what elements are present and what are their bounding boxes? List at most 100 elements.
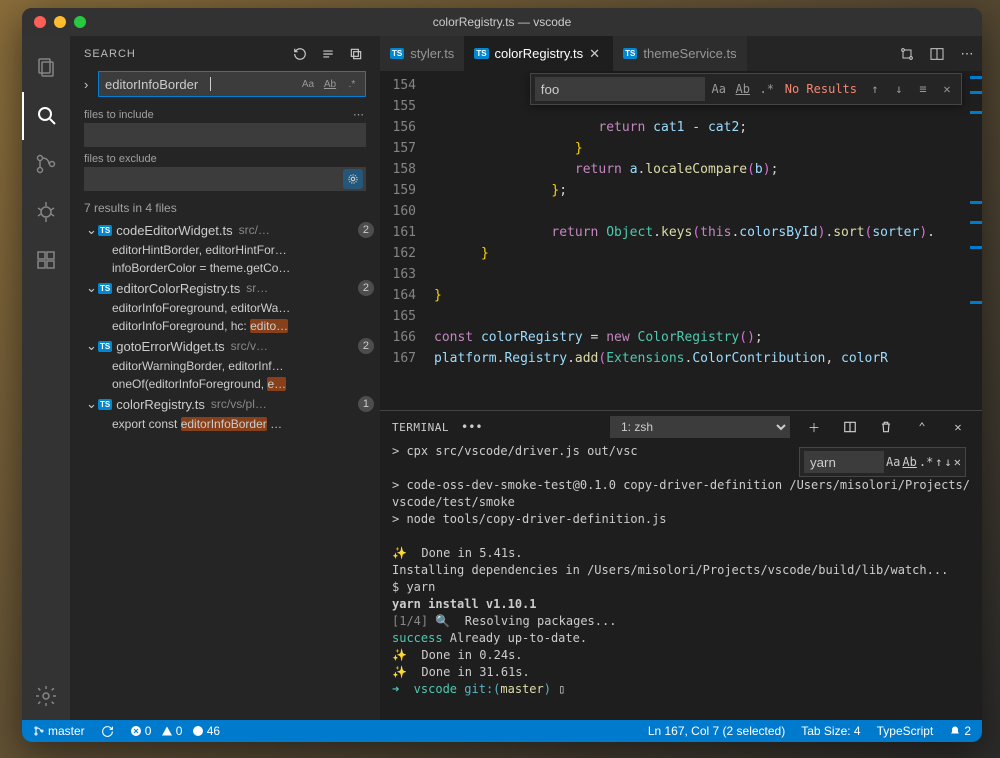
chevron-down-icon[interactable]: ⌄ <box>86 222 98 238</box>
notifications[interactable]: 2 <box>946 720 974 742</box>
chevron-down-icon[interactable]: ⌄ <box>86 396 98 412</box>
status-bar: master 0 0 46 Ln 167, Col 7 (2 selected)… <box>22 720 982 742</box>
results-summary: 7 results in 4 files <box>84 201 366 215</box>
code-content[interactable]: return cat1 - cat2; } return a.localeCom… <box>434 71 968 410</box>
chevron-down-icon[interactable]: ⌄ <box>86 280 98 296</box>
whole-word-icon[interactable]: Ab <box>733 79 753 99</box>
find-input[interactable] <box>535 77 705 101</box>
editor-tab[interactable]: TSthemeService.ts <box>613 36 746 71</box>
result-file[interactable]: ⌄TSgotoErrorWidget.tssrc/v…2 <box>76 335 374 357</box>
new-terminal-icon[interactable]: ＋ <box>802 415 826 439</box>
ts-icon: TS <box>98 341 112 352</box>
kill-terminal-icon[interactable] <box>874 415 898 439</box>
editor-tab[interactable]: TSstyler.ts <box>380 36 464 71</box>
extensions-icon[interactable] <box>22 236 70 284</box>
result-line[interactable]: editorHintBorder, editorHintFor… <box>76 241 374 259</box>
result-line[interactable]: infoBorderColor = theme.getCo… <box>76 259 374 277</box>
sync-icon[interactable] <box>98 720 117 742</box>
cursor-position[interactable]: Ln 167, Col 7 (2 selected) <box>645 720 788 742</box>
include-input[interactable] <box>84 123 366 147</box>
editor-tab[interactable]: TScolorRegistry.ts✕ <box>464 36 613 71</box>
next-match-icon[interactable]: ↓ <box>945 455 952 469</box>
activity-bar <box>22 36 70 720</box>
exclude-input[interactable] <box>84 167 366 191</box>
result-file[interactable]: ⌄TScodeEditorWidget.tssrc/…2 <box>76 219 374 241</box>
debug-icon[interactable] <box>22 188 70 236</box>
match-count-badge: 2 <box>358 280 374 296</box>
close-window-icon[interactable] <box>34 16 46 28</box>
terminal-find-input[interactable] <box>804 451 884 473</box>
language-mode[interactable]: TypeScript <box>874 720 937 742</box>
ts-icon: TS <box>98 283 112 294</box>
source-control-icon[interactable] <box>22 140 70 188</box>
sidebar-title: SEARCH <box>84 48 136 60</box>
close-find-icon[interactable]: ✕ <box>937 79 957 99</box>
problems[interactable]: 0 0 46 <box>127 720 223 742</box>
toggle-replace-icon[interactable]: › <box>84 77 98 92</box>
minimap[interactable] <box>968 71 982 410</box>
search-icon[interactable] <box>22 92 70 140</box>
more-actions-icon[interactable]: ⋯ <box>952 36 982 71</box>
match-case-icon[interactable]: Aa <box>709 79 729 99</box>
ts-icon: TS <box>623 48 637 59</box>
result-line[interactable]: editorWarningBorder, editorInf… <box>76 357 374 375</box>
search-sidebar: SEARCH › Aa Ab .* files to include ⋯ file… <box>70 36 380 720</box>
next-match-icon[interactable]: ↓ <box>889 79 909 99</box>
indentation[interactable]: Tab Size: 4 <box>798 720 863 742</box>
use-exclude-settings-icon[interactable] <box>343 169 363 189</box>
terminal-title[interactable]: TERMINAL <box>392 421 449 434</box>
collapse-icon[interactable] <box>346 44 366 64</box>
find-result-text: No Results <box>781 82 861 96</box>
close-tab-icon[interactable]: ✕ <box>589 46 603 62</box>
ts-icon: TS <box>98 399 112 410</box>
terminal-find-widget: Aa Ab .* ↑ ↓ ✕ <box>799 447 966 477</box>
maximize-panel-icon[interactable]: ⌃ <box>910 415 934 439</box>
terminal-select[interactable]: 1: zsh <box>610 416 790 438</box>
editor[interactable]: 1541551561571581591601611621631641651661… <box>380 71 982 410</box>
result-line[interactable]: editorInfoForeground, hc: edito… <box>76 317 374 335</box>
result-line[interactable]: oneOf(editorInfoForeground, e… <box>76 375 374 393</box>
exclude-label: files to exclude <box>84 153 157 165</box>
match-count-badge: 1 <box>358 396 374 412</box>
result-line[interactable]: export const editorInfoBorder … <box>76 415 374 433</box>
editor-tabs: TSstyler.tsTScolorRegistry.ts✕TSthemeSer… <box>380 36 982 71</box>
close-find-icon[interactable]: ✕ <box>954 455 961 469</box>
find-in-selection-icon[interactable]: ≡ <box>913 79 933 99</box>
vscode-window: colorRegistry.ts — vscode SEARCH › <box>22 8 982 742</box>
regex-icon[interactable]: .* <box>757 79 777 99</box>
ts-icon: TS <box>390 48 404 59</box>
minimize-window-icon[interactable] <box>54 16 66 28</box>
editor-find-widget: Aa Ab .* No Results ↑ ↓ ≡ ✕ <box>530 73 962 105</box>
prev-match-icon[interactable]: ↑ <box>865 79 885 99</box>
compare-changes-icon[interactable] <box>892 36 922 71</box>
refresh-icon[interactable] <box>290 44 310 64</box>
chevron-down-icon[interactable]: ⌄ <box>86 338 98 354</box>
result-file[interactable]: ⌄TSeditorColorRegistry.tssr…2 <box>76 277 374 299</box>
clear-icon[interactable] <box>318 44 338 64</box>
result-line[interactable]: editorInfoForeground, editorWa… <box>76 299 374 317</box>
whole-word-icon[interactable]: Ab <box>320 74 340 94</box>
prev-match-icon[interactable]: ↑ <box>935 455 942 469</box>
settings-gear-icon[interactable] <box>22 672 70 720</box>
result-file[interactable]: ⌄TScolorRegistry.tssrc/vs/pl…1 <box>76 393 374 415</box>
regex-icon[interactable]: .* <box>342 74 362 94</box>
match-case-icon[interactable]: Aa <box>298 74 318 94</box>
explorer-icon[interactable] <box>22 44 70 92</box>
split-terminal-icon[interactable] <box>838 415 862 439</box>
line-numbers: 1541551561571581591601611621631641651661… <box>380 71 434 410</box>
close-panel-icon[interactable]: ✕ <box>946 415 970 439</box>
include-label: files to include <box>84 109 154 121</box>
match-count-badge: 2 <box>358 222 374 238</box>
ts-icon: TS <box>474 48 488 59</box>
split-editor-icon[interactable] <box>922 36 952 71</box>
maximize-window-icon[interactable] <box>74 16 86 28</box>
whole-word-icon[interactable]: Ab <box>902 455 916 469</box>
titlebar: colorRegistry.ts — vscode <box>22 8 982 36</box>
git-branch[interactable]: master <box>30 720 88 742</box>
panel-menu-icon[interactable]: ••• <box>461 420 483 434</box>
window-title: colorRegistry.ts — vscode <box>22 15 982 29</box>
match-case-icon[interactable]: Aa <box>886 455 900 469</box>
terminal-output[interactable]: > cpx src/vscode/driver.js out/vsc > cod… <box>380 443 982 720</box>
toggle-details-icon[interactable]: ⋯ <box>353 108 366 121</box>
regex-icon[interactable]: .* <box>919 455 933 469</box>
